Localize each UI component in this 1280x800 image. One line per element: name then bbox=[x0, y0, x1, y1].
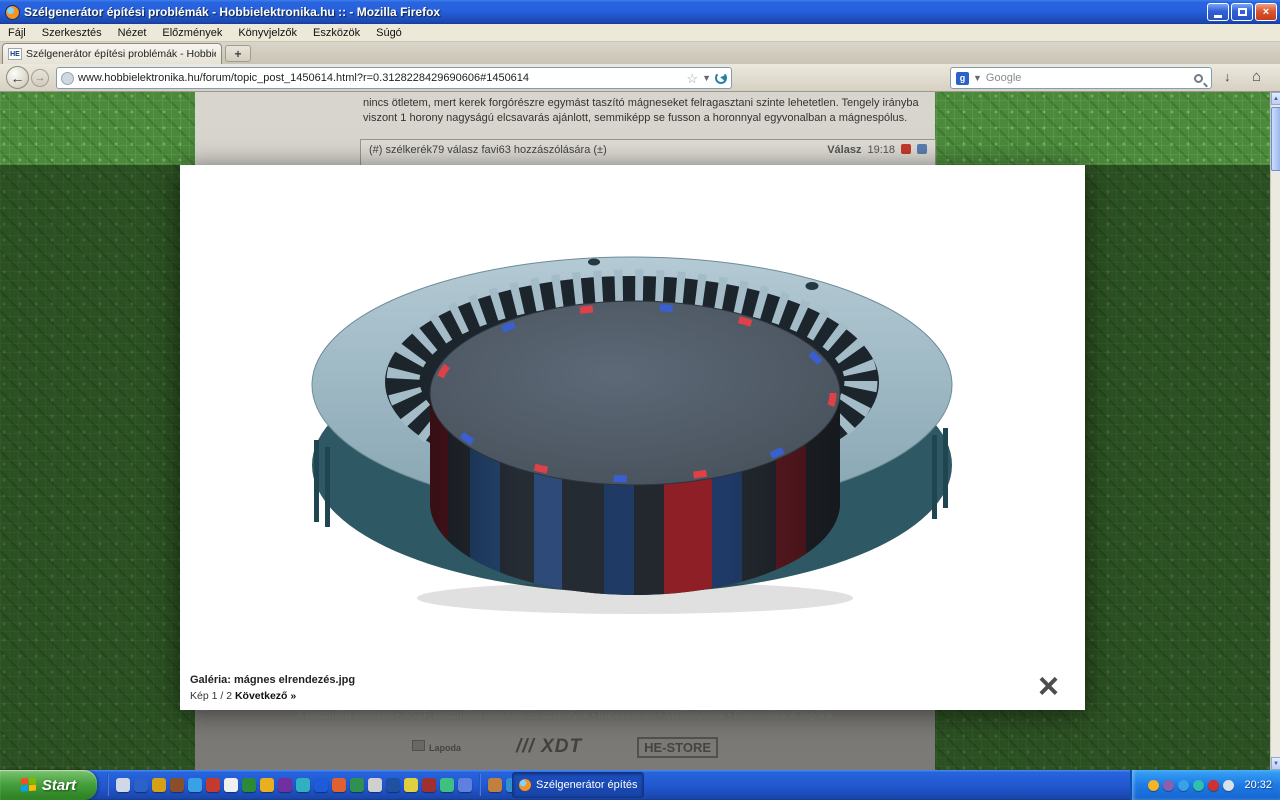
restore-button[interactable] bbox=[1231, 3, 1253, 21]
search-magnifier-icon[interactable] bbox=[1194, 73, 1203, 83]
tray-clock: 20:32 bbox=[1244, 779, 1272, 791]
quicklaunch-icon-16[interactable] bbox=[386, 778, 400, 792]
menu-file[interactable]: Fájl bbox=[0, 26, 34, 40]
gallery-caption: Galéria: mágnes elrendezés.jpg bbox=[190, 674, 356, 686]
windows-flag-icon bbox=[20, 777, 37, 792]
url-bar[interactable]: ☆ ▼ bbox=[56, 67, 732, 89]
menu-edit[interactable]: Szerkesztés bbox=[34, 26, 110, 40]
forward-button[interactable]: → bbox=[31, 69, 49, 87]
tab-title: Szélgenerátor építési problémák - Hobbie… bbox=[26, 48, 216, 60]
quicklaunch-icon-15[interactable] bbox=[368, 778, 382, 792]
quicklaunch-icon-6[interactable] bbox=[206, 778, 220, 792]
tray-icons bbox=[1148, 779, 1235, 791]
reply-link[interactable]: Válasz bbox=[827, 144, 861, 156]
start-button[interactable]: Start bbox=[0, 770, 97, 800]
vertical-scrollbar[interactable]: ▲ ▼ bbox=[1270, 92, 1280, 770]
quicklaunch-icon-7[interactable] bbox=[224, 778, 238, 792]
mail-icon[interactable] bbox=[901, 144, 911, 154]
firefox-app-icon bbox=[5, 4, 20, 20]
search-input[interactable] bbox=[985, 72, 1190, 84]
quicklaunch-icon-12[interactable] bbox=[314, 778, 328, 792]
quicklaunch-icon-11[interactable] bbox=[296, 778, 310, 792]
tab-active[interactable]: HE Szélgenerátor építési problémák - Hob… bbox=[2, 43, 222, 64]
menu-bookmarks[interactable]: Könyvjelzők bbox=[230, 26, 305, 40]
quicklaunch-icon-1[interactable] bbox=[116, 778, 130, 792]
start-label: Start bbox=[41, 776, 77, 794]
quicklaunch-divider bbox=[107, 774, 109, 796]
menu-history[interactable]: Előzmények bbox=[154, 26, 230, 40]
quicklaunch-icon-9[interactable] bbox=[260, 778, 274, 792]
quicklaunch-icon-17[interactable] bbox=[404, 778, 418, 792]
system-tray: 20:32 bbox=[1130, 770, 1280, 800]
quick-launch bbox=[104, 770, 556, 800]
quicklaunch-icon-5[interactable] bbox=[188, 778, 202, 792]
profile-icon[interactable] bbox=[917, 144, 927, 154]
back-button[interactable]: ← bbox=[6, 66, 29, 89]
search-dropdown-icon[interactable]: ▼ bbox=[973, 73, 982, 83]
window-titlebar: Szélgenerátor építési problémák - Hobbie… bbox=[0, 0, 1280, 24]
tray-icon-1[interactable] bbox=[1148, 779, 1160, 791]
gallery-lightbox: Galéria: mágnes elrendezés.jpg Kép 1 / 2… bbox=[180, 165, 1085, 710]
task-button-label: Szélgenerátor építési ... bbox=[536, 779, 637, 791]
quicklaunch-icon-14[interactable] bbox=[350, 778, 364, 792]
quicklaunch-icon-3[interactable] bbox=[152, 778, 166, 792]
navigation-toolbar: ← → ☆ ▼ g ▼ ↓ ⌂ bbox=[0, 64, 1280, 92]
gallery-next-link[interactable]: Következő » bbox=[235, 690, 296, 702]
firefox-task-icon bbox=[519, 779, 531, 791]
close-icon: × bbox=[1262, 6, 1270, 18]
tray-icon-4[interactable] bbox=[1193, 779, 1205, 791]
menu-bar: Fájl Szerkesztés Nézet Előzmények Könyvj… bbox=[0, 24, 1280, 42]
windows-taskbar: Start Szélgenerátor építési ... 20:32 bbox=[0, 770, 1280, 800]
url-input[interactable] bbox=[78, 72, 683, 84]
reload-icon[interactable] bbox=[715, 72, 727, 84]
gallery-pager: Kép 1 / 2 Következő » bbox=[190, 690, 296, 702]
gallery-image bbox=[311, 256, 953, 614]
search-engine-icon[interactable]: g bbox=[956, 71, 969, 85]
quicklaunch-icon-20[interactable] bbox=[458, 778, 472, 792]
url-dropdown-icon[interactable]: ▼ bbox=[702, 73, 711, 83]
quicklaunch-icon-13[interactable] bbox=[332, 778, 346, 792]
quicklaunch-icon-2[interactable] bbox=[134, 778, 148, 792]
scroll-down-icon[interactable]: ▼ bbox=[1271, 757, 1280, 770]
tray-icon-3[interactable] bbox=[1178, 779, 1190, 791]
forum-post-text: nincs ötletem, mert kerek forgórészre eg… bbox=[363, 97, 919, 124]
tray-icon-6[interactable] bbox=[1223, 779, 1235, 791]
scrollbar-thumb[interactable] bbox=[1271, 107, 1280, 171]
restore-icon bbox=[1237, 8, 1247, 16]
home-icon[interactable]: ⌂ bbox=[1252, 68, 1261, 85]
quicklaunch-icon-18[interactable] bbox=[422, 778, 436, 792]
quicklaunch-icon-21[interactable] bbox=[488, 778, 502, 792]
site-identity-icon[interactable] bbox=[61, 71, 74, 85]
reply-time: 19:18 bbox=[867, 144, 895, 156]
search-bar[interactable]: g ▼ bbox=[950, 67, 1212, 89]
tray-icon-5[interactable] bbox=[1208, 779, 1220, 791]
minimize-icon bbox=[1214, 14, 1222, 18]
new-tab-button[interactable]: + bbox=[225, 45, 251, 62]
quicklaunch-icon-10[interactable] bbox=[278, 778, 292, 792]
minimize-button[interactable] bbox=[1207, 3, 1229, 21]
taskbar-task-button[interactable]: Szélgenerátor építési ... bbox=[512, 772, 644, 798]
downloads-icon[interactable]: ↓ bbox=[1224, 69, 1231, 84]
quicklaunch-icon-19[interactable] bbox=[440, 778, 454, 792]
window-title: Szélgenerátor építési problémák - Hobbie… bbox=[24, 5, 441, 19]
site-favicon: HE bbox=[8, 48, 22, 60]
gallery-page-indicator: Kép 1 / 2 bbox=[190, 690, 233, 702]
menu-tools[interactable]: Eszközök bbox=[305, 26, 368, 40]
tray-icon-2[interactable] bbox=[1163, 779, 1175, 791]
menu-view[interactable]: Nézet bbox=[110, 26, 155, 40]
quicklaunch-icon-4[interactable] bbox=[170, 778, 184, 792]
scroll-up-icon[interactable]: ▲ bbox=[1271, 92, 1280, 105]
quicklaunch-icon-8[interactable] bbox=[242, 778, 256, 792]
tab-strip: HE Szélgenerátor építési problémák - Hob… bbox=[0, 42, 1280, 64]
lightbox-close-icon[interactable]: × bbox=[1038, 668, 1059, 704]
menu-help[interactable]: Súgó bbox=[368, 26, 410, 40]
bookmark-star-icon[interactable]: ☆ bbox=[686, 72, 698, 85]
close-button[interactable]: × bbox=[1255, 3, 1277, 21]
quicklaunch-divider bbox=[479, 774, 481, 796]
